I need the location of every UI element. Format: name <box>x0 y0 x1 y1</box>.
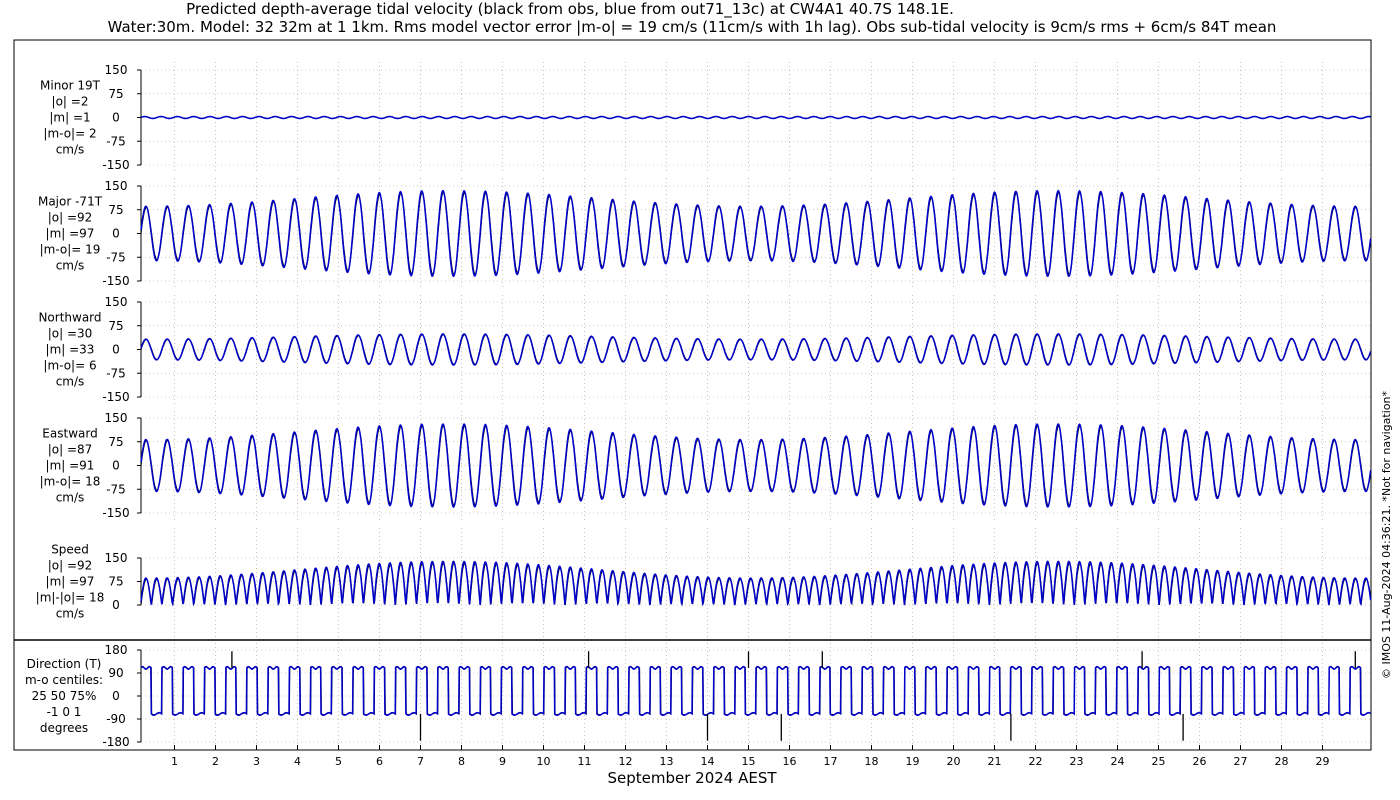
outer-frame <box>13 39 1372 751</box>
y-tick-label: 0 <box>112 689 120 703</box>
y-tick-label: -90 <box>106 712 126 726</box>
x-tick-label: 2 <box>212 755 219 768</box>
panel-label-line: |m-o|= 6 <box>43 359 96 373</box>
y-tick-label: 150 <box>105 411 128 425</box>
panel-label-line: |o| =92 <box>48 211 93 225</box>
x-tick-label: 5 <box>335 755 342 768</box>
y-tick-label: -75 <box>106 482 126 496</box>
x-tick-label: 13 <box>660 755 674 768</box>
x-tick-label: 17 <box>824 755 838 768</box>
y-tick-label: 150 <box>105 179 128 193</box>
panel-label-line: |m| =97 <box>46 575 95 589</box>
series-model-line <box>140 665 1371 716</box>
panel-label-line: cm/s <box>56 143 85 157</box>
panel-label-line: |m-o|= 2 <box>43 127 96 141</box>
panel-label-line: cm/s <box>56 607 85 621</box>
x-axis-label: September 2024 AEST <box>607 769 777 787</box>
panel-label-line: Eastward <box>42 427 97 441</box>
y-tick-label: 0 <box>112 598 120 612</box>
x-tick-label: 26 <box>1193 755 1207 768</box>
x-tick-label: 18 <box>865 755 879 768</box>
x-tick-label: 7 <box>417 755 424 768</box>
y-tick-label: 75 <box>108 203 123 217</box>
panel-label-line: Minor 19T <box>40 79 101 93</box>
x-tick-label: 28 <box>1275 755 1289 768</box>
y-tick-label: 150 <box>105 551 128 565</box>
y-tick-label: -150 <box>102 390 129 404</box>
y-tick-label: -150 <box>102 158 129 172</box>
tidal-velocity-chart: 150750-75-150Minor 19T|o| =2|m| =1|m-o|=… <box>13 39 1393 787</box>
x-tick-label: 11 <box>578 755 592 768</box>
x-tick-label: 25 <box>1152 755 1166 768</box>
panel-label-line: -1 0 1 <box>47 705 82 719</box>
y-tick-label: -75 <box>106 134 126 148</box>
panel-label-line: |o| =92 <box>48 559 93 573</box>
panel-label-line: |o| =2 <box>52 95 89 109</box>
y-tick-label: 150 <box>105 295 128 309</box>
x-tick-label: 23 <box>1070 755 1084 768</box>
y-tick-label: 75 <box>108 87 123 101</box>
panel-label-line: |m-o|= 19 <box>40 243 101 257</box>
panel-label-line: Direction (T) <box>27 657 102 671</box>
x-tick-label: 22 <box>1029 755 1043 768</box>
x-tick-label: 20 <box>947 755 961 768</box>
panel-label-line: Speed <box>51 543 89 557</box>
panel-label-line: degrees <box>40 721 88 735</box>
y-tick-label: 180 <box>105 643 128 657</box>
panel-label-line: |m| =33 <box>46 343 95 357</box>
y-tick-label: -75 <box>106 250 126 264</box>
x-tick-label: 29 <box>1316 755 1330 768</box>
y-tick-label: 90 <box>108 666 123 680</box>
panel-label-line: |m| =1 <box>49 111 90 125</box>
panel-label-line: Major -71T <box>38 195 103 209</box>
panel-label-line: |o| =30 <box>48 327 93 341</box>
panel-label-line: Northward <box>38 311 101 325</box>
x-tick-label: 15 <box>742 755 756 768</box>
y-tick-label: 75 <box>108 319 123 333</box>
x-tick-label: 14 <box>701 755 715 768</box>
panel-label-line: m-o centiles: <box>25 673 103 687</box>
x-tick-label: 19 <box>906 755 920 768</box>
y-tick-label: -75 <box>106 366 126 380</box>
series-model-line <box>140 560 1372 607</box>
y-tick-label: -150 <box>102 274 129 288</box>
x-tick-label: 24 <box>1111 755 1125 768</box>
y-tick-label: 0 <box>112 343 120 357</box>
y-tick-label: -150 <box>102 506 129 520</box>
panel-label-line: 25 50 75% <box>32 689 97 703</box>
x-tick-label: 10 <box>537 755 551 768</box>
x-tick-label: 27 <box>1234 755 1248 768</box>
y-tick-label: 75 <box>108 435 123 449</box>
panel-label-line: |m|-|o|= 18 <box>36 591 105 605</box>
y-tick-label: 75 <box>108 575 123 589</box>
x-tick-label: 12 <box>619 755 633 768</box>
y-tick-label: 0 <box>112 459 120 473</box>
y-tick-label: -180 <box>102 735 129 749</box>
x-tick-label: 21 <box>988 755 1002 768</box>
x-tick-label: 4 <box>294 755 301 768</box>
y-tick-label: 150 <box>105 63 128 77</box>
x-tick-label: 9 <box>499 755 506 768</box>
credit-note: © IMOS 11-Aug-2024 04:36:21. *Not for na… <box>1380 391 1393 679</box>
panel-label-line: cm/s <box>56 375 85 389</box>
y-tick-label: 0 <box>112 227 120 241</box>
x-tick-label: 3 <box>253 755 260 768</box>
panel-label-line: |o| =87 <box>48 443 93 457</box>
panel-label-line: cm/s <box>56 259 85 273</box>
panel-label-line: |m| =97 <box>46 227 95 241</box>
panel-label-line: |m| =91 <box>46 459 95 473</box>
x-tick-label: 16 <box>783 755 797 768</box>
y-tick-label: 0 <box>112 111 120 125</box>
panel-label-line: cm/s <box>56 491 85 505</box>
x-tick-label: 6 <box>376 755 383 768</box>
panel-label-line: |m-o|= 18 <box>40 475 101 489</box>
x-tick-label: 8 <box>458 755 465 768</box>
x-tick-label: 1 <box>171 755 178 768</box>
